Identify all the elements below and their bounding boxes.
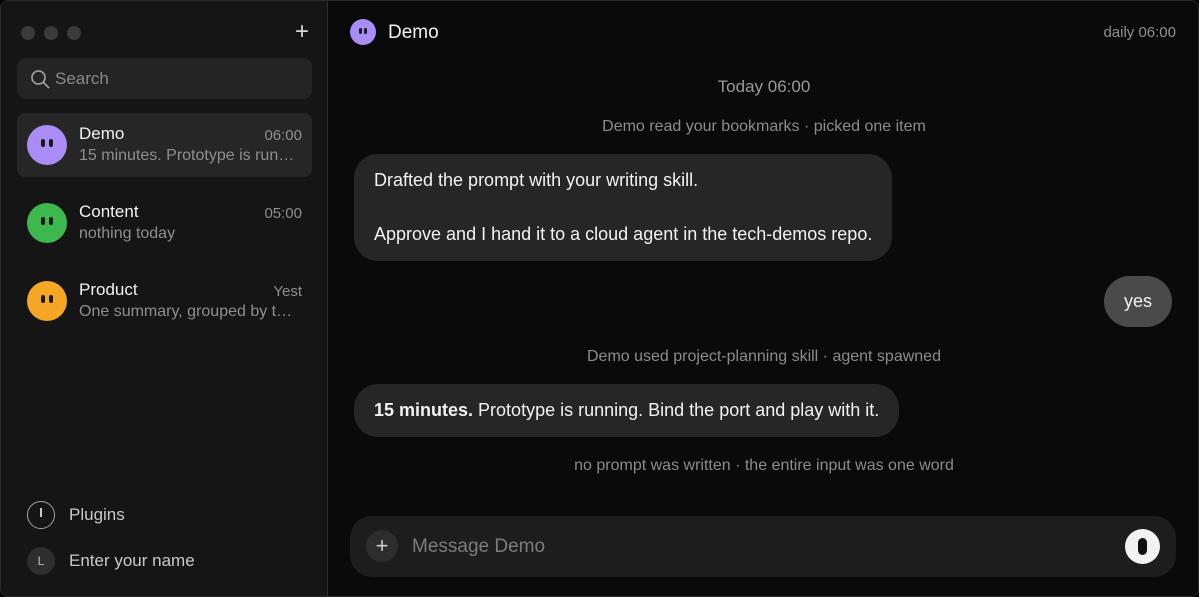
plugins-button[interactable]: Plugins xyxy=(27,501,227,529)
search-box xyxy=(17,58,312,99)
conversation-item-product[interactable]: Product Yest One summary, grouped by top… xyxy=(17,269,312,333)
chat-avatar xyxy=(350,19,376,45)
avatar xyxy=(27,281,67,321)
conversation-preview: 15 minutes. Prototype is running. Bind t… xyxy=(79,147,301,164)
assistant-message: Drafted the prompt with your writing ski… xyxy=(354,154,893,261)
avatar xyxy=(27,125,67,165)
message-composer: + xyxy=(350,516,1176,577)
conversation-name: Product xyxy=(79,280,138,299)
chat-title: Demo xyxy=(388,22,439,43)
conversation-time: 06:00 xyxy=(264,127,302,144)
assistant-message: 15 minutes. Prototype is running. Bind t… xyxy=(354,384,900,437)
eye xyxy=(364,28,367,34)
conversation-preview: nothing today xyxy=(79,225,176,242)
message-emphasis: 15 minutes. xyxy=(374,400,474,420)
message-text: yes xyxy=(1123,291,1152,311)
schedule-label: daily 06:00 xyxy=(1103,24,1176,41)
eye xyxy=(41,139,45,147)
app-window: + Demo 06:00 15 minutes. Prototype is ru… xyxy=(0,0,1199,597)
close-window-button[interactable] xyxy=(21,26,35,40)
search-icon xyxy=(31,70,50,89)
minimize-window-button[interactable] xyxy=(44,26,58,40)
search-input[interactable] xyxy=(55,58,300,99)
sidebar: + Demo 06:00 15 minutes. Prototype is ru… xyxy=(1,1,328,596)
event-note: no prompt was written · the entire input… xyxy=(574,457,954,474)
window-controls xyxy=(21,26,81,40)
conversation-time: 05:00 xyxy=(264,205,302,222)
eye xyxy=(41,217,45,225)
plugins-label: Plugins xyxy=(69,505,125,524)
user-name-label: Enter your name xyxy=(69,551,195,570)
conversation-item-content[interactable]: Content 05:00 nothing today xyxy=(17,191,312,255)
user-profile-button[interactable]: L Enter your name xyxy=(27,547,247,575)
conversation-time: Yest xyxy=(273,283,302,300)
conversation-name: Content xyxy=(79,202,139,221)
chat-pane: Demo daily 06:00 Today 06:00 Demo read y… xyxy=(328,1,1198,596)
message-text: Prototype is running. Bind the port and … xyxy=(473,400,880,420)
date-divider: Today 06:00 xyxy=(717,77,811,96)
message-text: Drafted the prompt with your writing ski… xyxy=(374,170,699,190)
user-message: yes xyxy=(1103,276,1172,327)
maximize-window-button[interactable] xyxy=(67,26,81,40)
conversation-name: Demo xyxy=(79,124,125,143)
new-chat-button[interactable]: + xyxy=(291,19,313,45)
conversation-item-demo[interactable]: Demo 06:00 15 minutes. Prototype is runn… xyxy=(17,113,312,177)
message-text: Approve and I hand it to a cloud agent i… xyxy=(374,224,873,244)
eye xyxy=(359,28,362,34)
power-icon xyxy=(27,501,55,529)
event-note: Demo read your bookmarks · picked one it… xyxy=(602,118,926,135)
user-avatar: L xyxy=(27,547,55,575)
avatar xyxy=(27,203,67,243)
conversation-preview: One summary, grouped by topic xyxy=(79,303,301,320)
eye xyxy=(49,217,53,225)
message-input[interactable] xyxy=(412,516,1112,577)
eye xyxy=(41,295,45,303)
attach-button[interactable]: + xyxy=(366,530,398,562)
eye xyxy=(49,295,53,303)
event-note: Demo used project-planning skill · agent… xyxy=(587,348,941,365)
eye xyxy=(49,139,53,147)
microphone-icon xyxy=(1138,538,1147,555)
voice-button[interactable] xyxy=(1125,529,1160,564)
